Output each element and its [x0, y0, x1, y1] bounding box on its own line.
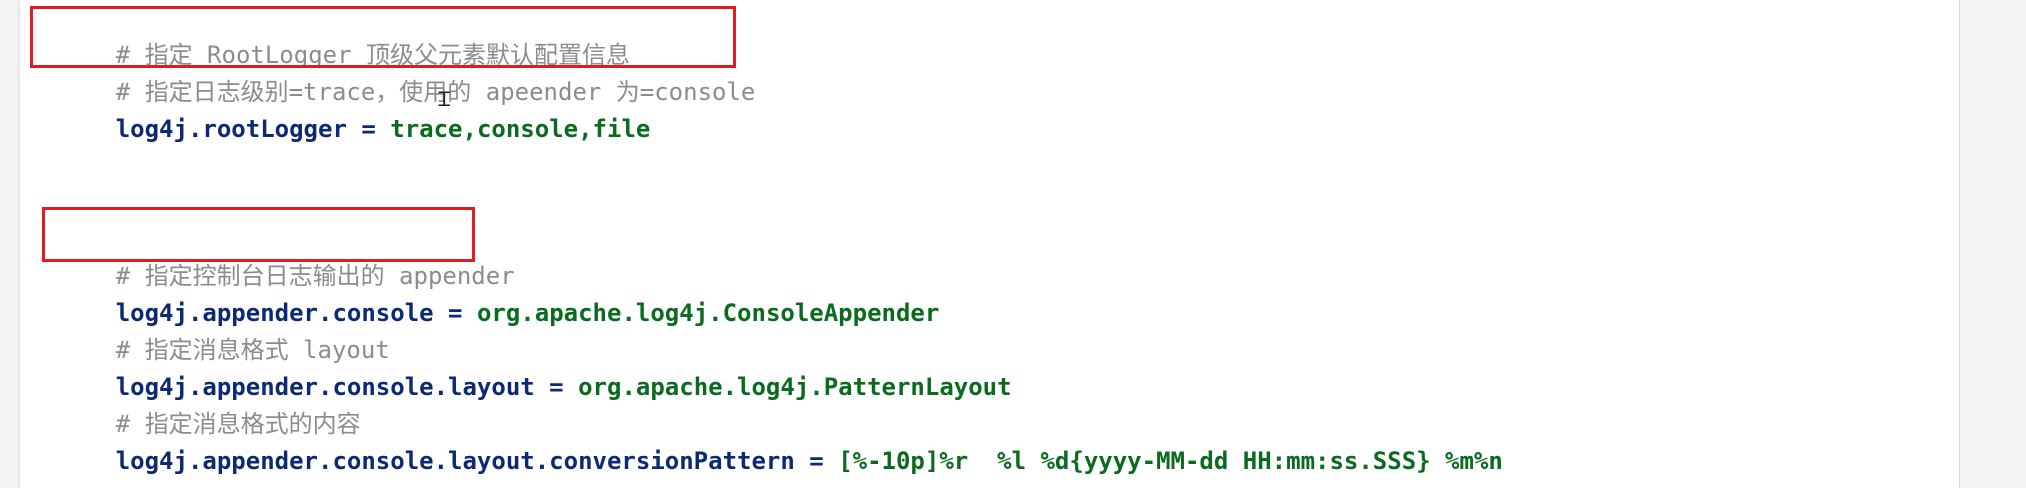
- property-value: trace,console,file: [390, 115, 651, 143]
- property-value: org.apache.log4j.PatternLayout: [578, 373, 1012, 401]
- editor-gutter-border: [19, 0, 20, 488]
- property-key: log4j.appender.console.layout.conversion…: [115, 447, 795, 475]
- property-value: org.apache.log4j.ConsoleAppender: [476, 299, 940, 327]
- text-cursor-icon: Ꮖ: [438, 87, 452, 111]
- property-equals: =: [346, 115, 391, 143]
- comment-line-layout: # 指定消息格式 layout: [29, 295, 390, 364]
- property-line-rootlogger[interactable]: log4j.rootLogger = trace,console,file: [29, 74, 651, 143]
- highlight-box-log-level: [30, 6, 736, 68]
- property-key: log4j.rootLogger: [115, 115, 347, 143]
- property-line-console-layout[interactable]: log4j.appender.console.layout = org.apac…: [29, 332, 1012, 401]
- property-line-console-appender[interactable]: log4j.appender.console = org.apache.log4…: [29, 258, 940, 327]
- property-equals: =: [534, 373, 579, 401]
- property-value: [%-10p]%r %l %d{yyyy-MM-dd HH:mm:ss.SSS}…: [838, 447, 1503, 475]
- property-equals: =: [794, 447, 839, 475]
- property-equals: =: [433, 299, 477, 327]
- comment-line-layout-content: # 指定消息格式的内容: [29, 369, 361, 438]
- property-line-conversion-pattern[interactable]: log4j.appender.console.layout.conversion…: [29, 406, 1503, 475]
- highlight-box-console-appender: [42, 207, 475, 262]
